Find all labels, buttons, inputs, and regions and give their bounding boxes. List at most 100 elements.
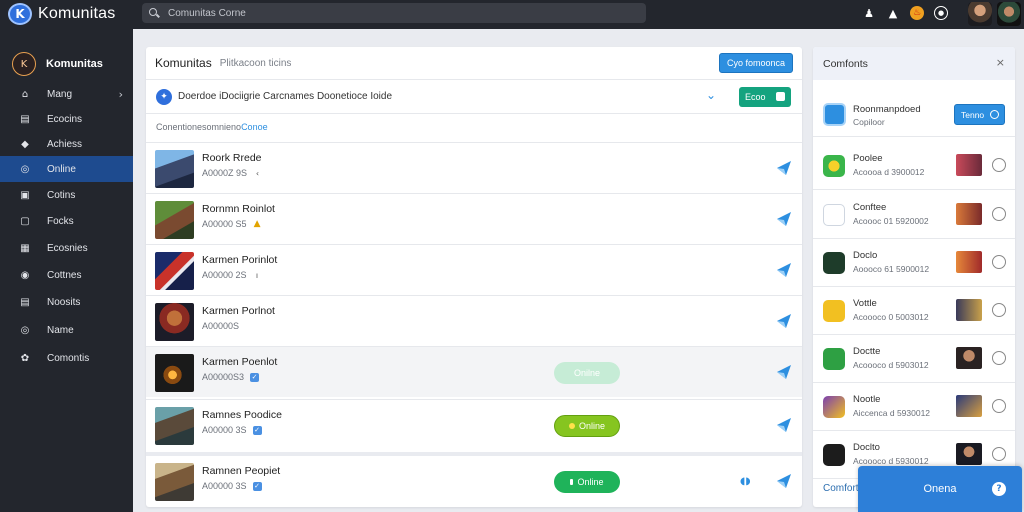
send-icon[interactable] — [774, 260, 794, 280]
radio-button[interactable] — [992, 207, 1006, 221]
filter-text: Doerdoe iDociigrie Carcnames Doonetioce … — [178, 91, 392, 102]
list-item-title: Nootle — [853, 394, 881, 405]
table-row[interactable]: Ramnes Poodice A00000 3S ✓ Online — [146, 399, 802, 450]
send-icon[interactable] — [774, 311, 794, 331]
status-badge[interactable]: Online — [554, 471, 620, 493]
list-item[interactable]: Poolee Acoooa d 3900012 — [813, 142, 1015, 190]
sidebar-item-noosits[interactable]: ▤ Noosits — [0, 289, 133, 315]
list-item-thumbnail — [956, 395, 982, 417]
chevron-down-icon[interactable]: ⌄ — [706, 88, 716, 102]
radio-button[interactable] — [992, 399, 1006, 413]
member-badge: ı — [255, 270, 259, 280]
sidebar-item-name[interactable]: ◎ Name — [0, 317, 133, 343]
close-icon[interactable]: × — [996, 56, 1005, 69]
list-item[interactable]: Doclo Aoooco 61 5900012 — [813, 239, 1015, 287]
app-icon — [823, 300, 845, 322]
list-item-thumbnail — [956, 299, 982, 321]
table-row[interactable]: Ramnen Peopiet A00000 3S ✓ Online ◖◗ — [146, 452, 802, 507]
grid-icon: ▦ — [20, 242, 30, 254]
sidebar-item-cotins[interactable]: ▣ Cotins — [0, 182, 133, 208]
member-meta: A00000S3 ✓ — [202, 372, 260, 382]
member-name: Karmen Porinlot — [202, 254, 278, 266]
feature-title: Roonmanpdoed — [853, 104, 921, 115]
reaction-icon[interactable]: ◖◗ — [740, 476, 751, 487]
top-icons: ♟ ▲ ♨ ● — [862, 6, 958, 20]
radio-button[interactable] — [992, 351, 1006, 365]
member-name: Ramnen Peopiet — [202, 465, 281, 477]
list-item-thumbnail — [956, 203, 982, 225]
member-id: A00000 S5 — [202, 219, 247, 229]
list-item[interactable]: Conftee Acoooc 01 5920002 — [813, 191, 1015, 239]
sidebar-item-label: Cottnes — [47, 269, 82, 281]
sidebar-item-comontis[interactable]: ✿ Comontis — [0, 345, 133, 371]
list-item[interactable]: Doctte Acoooco d 5903012 — [813, 335, 1015, 383]
filter-button[interactable]: Ecoo — [739, 87, 791, 107]
member-thumbnail — [155, 201, 194, 239]
radio-button[interactable] — [992, 158, 1006, 172]
member-thumbnail — [155, 463, 194, 501]
member-id: A00000 3S — [202, 481, 247, 491]
bell-icon[interactable]: ▲ — [886, 6, 900, 20]
flame-icon[interactable]: ♨ — [910, 6, 924, 20]
section-label-text: Conentionesomnieno — [156, 122, 242, 132]
send-icon[interactable] — [774, 209, 794, 229]
radio-button[interactable] — [992, 447, 1006, 461]
list-icon: ▤ — [20, 113, 30, 125]
online-action-button[interactable]: Onena ? — [858, 466, 1022, 512]
member-meta: A00000 S5 ▲ — [202, 219, 262, 229]
send-icon[interactable] — [774, 158, 794, 178]
settings-icon[interactable]: ● — [934, 6, 948, 20]
feature-icon — [823, 103, 846, 126]
send-icon[interactable] — [774, 471, 794, 491]
feature-subtitle: Copiloor — [853, 117, 885, 127]
sidebar-item-online[interactable]: ◎ Online — [0, 156, 133, 182]
radio-button[interactable] — [992, 303, 1006, 317]
brand-logo-icon: K — [8, 3, 32, 25]
status-badge[interactable]: Onilne — [554, 362, 620, 384]
search-input[interactable]: Comunitas Corne — [142, 3, 646, 23]
member-meta: A00000 2S ı — [202, 270, 262, 280]
list-item[interactable]: Nootle Aiccenca d 5930012 — [813, 383, 1015, 431]
send-icon[interactable] — [774, 362, 794, 382]
avatar-secondary[interactable] — [997, 2, 1021, 26]
member-thumbnail — [155, 252, 194, 290]
table-row[interactable]: Rornmn Roinlot A00000 S5 ▲ — [146, 193, 802, 244]
help-icon[interactable]: ? — [992, 482, 1006, 496]
list-item-title: Poolee — [853, 153, 883, 164]
list-item-title: Vottle — [853, 298, 877, 309]
radio-button[interactable] — [992, 255, 1006, 269]
send-icon[interactable] — [774, 415, 794, 435]
brand[interactable]: K Komunitas — [8, 3, 115, 25]
avatar[interactable] — [968, 2, 992, 26]
table-row[interactable]: Karmen Poenlot A00000S3 ✓ Onilne — [146, 346, 802, 397]
table-row[interactable]: Karmen Porinlot A00000 2S ı — [146, 244, 802, 295]
list-item[interactable]: Vottle Acoooco 0 5003012 — [813, 287, 1015, 335]
sidebar-item-achiess[interactable]: ◆ Achiess — [0, 131, 133, 157]
filter-button-label: Ecoo — [745, 92, 766, 102]
member-name: Karmen Porlnot — [202, 305, 275, 317]
target-icon: ◎ — [20, 324, 30, 336]
sidebar-item-focks[interactable]: ▢ Focks — [0, 208, 133, 234]
table-row[interactable]: Roork Rrede A0000Z 9S ‹ — [146, 142, 802, 193]
list-item-thumbnail — [956, 154, 982, 176]
main-header: Komunitas Plitkacoon ticins Cyo fomoonca — [146, 47, 802, 80]
section-label-link[interactable]: Conoe — [241, 122, 268, 132]
person-icon[interactable]: ♟ — [862, 6, 876, 20]
right-panel: Comfonts × Roonmanpdoed Copiloor Tenno P… — [813, 47, 1015, 507]
sidebar-header[interactable]: K Komunitas — [0, 49, 133, 79]
sidebar-item-mang[interactable]: ⌂ Mang › — [0, 81, 133, 107]
sidebar-item-cottnes[interactable]: ◉ Cottnes — [0, 262, 133, 288]
sidebar-item-ecocins[interactable]: ▤ Ecocins — [0, 106, 133, 132]
member-name: Ramnes Poodice — [202, 409, 282, 421]
member-meta: A00000 3S ✓ — [202, 481, 262, 491]
primary-button[interactable]: Cyo fomoonca — [719, 53, 793, 73]
app-icon — [823, 396, 845, 418]
status-badge[interactable]: Online — [554, 415, 620, 437]
search-value: Comunitas Corne — [168, 7, 246, 19]
feature-button[interactable]: Tenno — [954, 104, 1005, 125]
app-title: Komunitas — [38, 5, 116, 22]
list-item-subtitle: Acoooco d 5903012 — [853, 360, 929, 370]
sidebar-item-ecosnies[interactable]: ▦ Ecosnies — [0, 235, 133, 261]
table-row[interactable]: Karmen Porlnot A00000S — [146, 295, 802, 346]
member-name: Rornmn Roinlot — [202, 203, 275, 215]
